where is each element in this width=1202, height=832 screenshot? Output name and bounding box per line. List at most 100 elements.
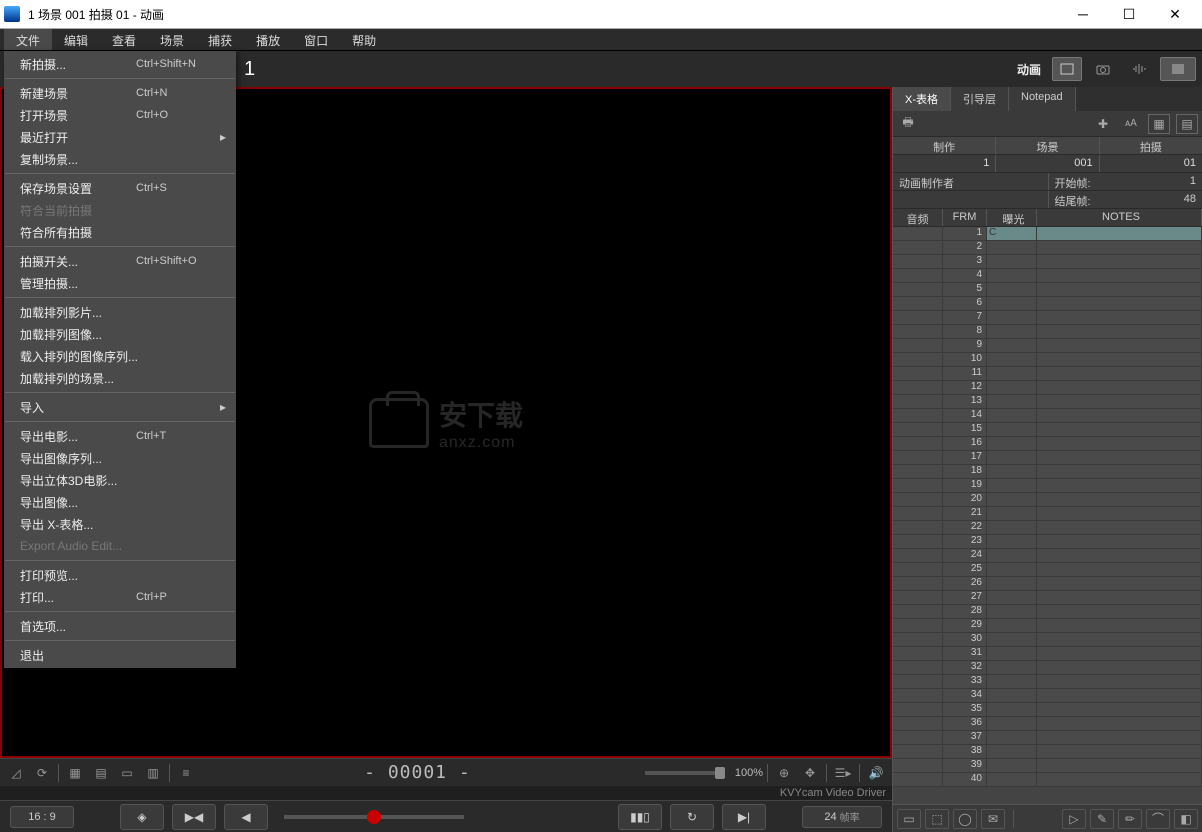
frame-row[interactable]: 36 [893, 717, 1202, 731]
grid4-icon[interactable]: ▥ [141, 762, 165, 784]
frame-row[interactable]: 27 [893, 591, 1202, 605]
frame-row[interactable]: 16 [893, 437, 1202, 451]
frame-row[interactable]: 33 [893, 675, 1202, 689]
tool-envelope-icon[interactable]: ✉ [981, 809, 1005, 829]
print-icon[interactable]: 🖶 [897, 114, 919, 134]
menu-item-打印预览...[interactable]: 打印预览... [4, 564, 236, 586]
tool-cursor-icon[interactable]: ▷ [1062, 809, 1086, 829]
menu-item-新建场景[interactable]: 新建场景Ctrl+N [4, 82, 236, 104]
frame-row[interactable]: 12 [893, 381, 1202, 395]
menu-item-导出图像...[interactable]: 导出图像... [4, 491, 236, 513]
grid2-icon[interactable]: ▤ [89, 762, 113, 784]
frame-row[interactable]: 17 [893, 451, 1202, 465]
step-forward-button[interactable]: ▶| [722, 804, 766, 830]
tab-X-表格[interactable]: X-表格 [893, 87, 951, 111]
camera-icon[interactable] [1088, 57, 1118, 81]
play-back-button[interactable]: ◀ [224, 804, 268, 830]
menu-item-拍摄开关...[interactable]: 拍摄开关...Ctrl+Shift+O [4, 250, 236, 272]
grid3-icon[interactable]: ▭ [115, 762, 139, 784]
frame-row[interactable]: 30 [893, 633, 1202, 647]
frame-row[interactable]: 31 [893, 647, 1202, 661]
frame-row[interactable]: 4 [893, 269, 1202, 283]
frame-row[interactable]: 32 [893, 661, 1202, 675]
frame-row[interactable]: 19 [893, 479, 1202, 493]
frame-row[interactable]: 10 [893, 353, 1202, 367]
frame-row[interactable]: 25 [893, 563, 1202, 577]
frame-row[interactable]: 34 [893, 689, 1202, 703]
menu-item-导入[interactable]: 导入▸ [4, 396, 236, 418]
tool-pencil-icon[interactable]: ✎ [1090, 809, 1114, 829]
diamond-button[interactable]: ◈ [120, 804, 164, 830]
refresh-icon[interactable]: ⟳ [30, 762, 54, 784]
add-icon[interactable]: ✚ [1092, 114, 1114, 134]
tool-brush-icon[interactable]: ✏ [1118, 809, 1142, 829]
frame-row[interactable]: 26 [893, 577, 1202, 591]
maximize-button[interactable]: ☐ [1106, 0, 1152, 29]
loop-icon[interactable]: ↻ [670, 804, 714, 830]
frame-row[interactable]: 14 [893, 409, 1202, 423]
aspect-ratio[interactable]: 16 : 9 [10, 806, 74, 828]
frame-row[interactable]: 8 [893, 325, 1202, 339]
menu-item-导出 X-表格...[interactable]: 导出 X-表格... [4, 513, 236, 535]
menu-item-加载排列图像...[interactable]: 加载排列图像... [4, 323, 236, 345]
menu-item-导出立体3D电影...[interactable]: 导出立体3D电影... [4, 469, 236, 491]
skip-back-button[interactable]: ▶◀ [172, 804, 216, 830]
grid1-icon[interactable]: ▦ [63, 762, 87, 784]
menu-帮助[interactable]: 帮助 [340, 29, 388, 50]
frame-row[interactable]: 9 [893, 339, 1202, 353]
menu-场景[interactable]: 场景 [148, 29, 196, 50]
frame-row[interactable]: 15 [893, 423, 1202, 437]
zoom-slider[interactable] [645, 771, 725, 775]
menu-item-复制场景...[interactable]: 复制场景... [4, 148, 236, 170]
frame-row[interactable]: 24 [893, 549, 1202, 563]
menu-播放[interactable]: 播放 [244, 29, 292, 50]
frame-row[interactable]: 11 [893, 367, 1202, 381]
frame-row[interactable]: 37 [893, 731, 1202, 745]
fps-display[interactable]: 24 帧率 [802, 806, 882, 828]
frame-row[interactable]: 5 [893, 283, 1202, 297]
text-size-icon[interactable]: ᴀA [1120, 114, 1142, 134]
menu-item-载入排列的图像序列...[interactable]: 载入排列的图像序列... [4, 345, 236, 367]
transport-slider[interactable] [284, 815, 464, 819]
menu-item-退出[interactable]: 退出 [4, 644, 236, 666]
menu-item-加载排列的场景...[interactable]: 加载排列的场景... [4, 367, 236, 389]
frame-row[interactable]: 35 [893, 703, 1202, 717]
menu-item-打印...[interactable]: 打印...Ctrl+P [4, 586, 236, 608]
frame-row[interactable]: 29 [893, 619, 1202, 633]
frame-row[interactable]: 20 [893, 493, 1202, 507]
menu-查看[interactable]: 查看 [100, 29, 148, 50]
volume-icon[interactable]: 🔊 [864, 762, 888, 784]
target-icon[interactable]: ⊕ [772, 762, 796, 784]
view2-icon[interactable]: ▤ [1176, 114, 1198, 134]
menu-item-导出图像序列...[interactable]: 导出图像序列... [4, 447, 236, 469]
menu-item-新拍摄...[interactable]: 新拍摄...Ctrl+Shift+N [4, 53, 236, 75]
frame-row[interactable]: 28 [893, 605, 1202, 619]
frame-row[interactable]: 18 [893, 465, 1202, 479]
menu-item-保存场景设置[interactable]: 保存场景设置Ctrl+S [4, 177, 236, 199]
menu-item-首选项...[interactable]: 首选项... [4, 615, 236, 637]
xsheet-grid[interactable]: 1234567891011121314151617181920212223242… [893, 227, 1202, 804]
audio-wave-icon[interactable] [1124, 57, 1154, 81]
view1-icon[interactable]: ▦ [1148, 114, 1170, 134]
close-button[interactable]: ✕ [1152, 0, 1198, 29]
frame-row[interactable]: 1 [893, 227, 1202, 241]
frame-row[interactable]: 7 [893, 311, 1202, 325]
frame-row[interactable]: 6 [893, 297, 1202, 311]
list-icon[interactable]: ☰▸ [831, 762, 855, 784]
tool-select-icon[interactable]: ⬚ [925, 809, 949, 829]
flip-icon[interactable]: ◿ [4, 762, 28, 784]
columns-icon[interactable]: ▮▮▯ [618, 804, 662, 830]
frame-row[interactable]: 22 [893, 521, 1202, 535]
minimize-button[interactable]: ─ [1060, 0, 1106, 29]
menu-item-最近打开[interactable]: 最近打开▸ [4, 126, 236, 148]
menu-编辑[interactable]: 编辑 [52, 29, 100, 50]
layers-icon[interactable]: ≡ [174, 762, 198, 784]
tool-eraser-icon[interactable]: ◧ [1174, 809, 1198, 829]
pan-icon[interactable]: ✥ [798, 762, 822, 784]
menu-文件[interactable]: 文件 [4, 29, 52, 50]
frame-row[interactable]: 3 [893, 255, 1202, 269]
tool-circle-icon[interactable]: ◯ [953, 809, 977, 829]
menu-窗口[interactable]: 窗口 [292, 29, 340, 50]
frame-row[interactable]: 2 [893, 241, 1202, 255]
frame-row[interactable]: 13 [893, 395, 1202, 409]
